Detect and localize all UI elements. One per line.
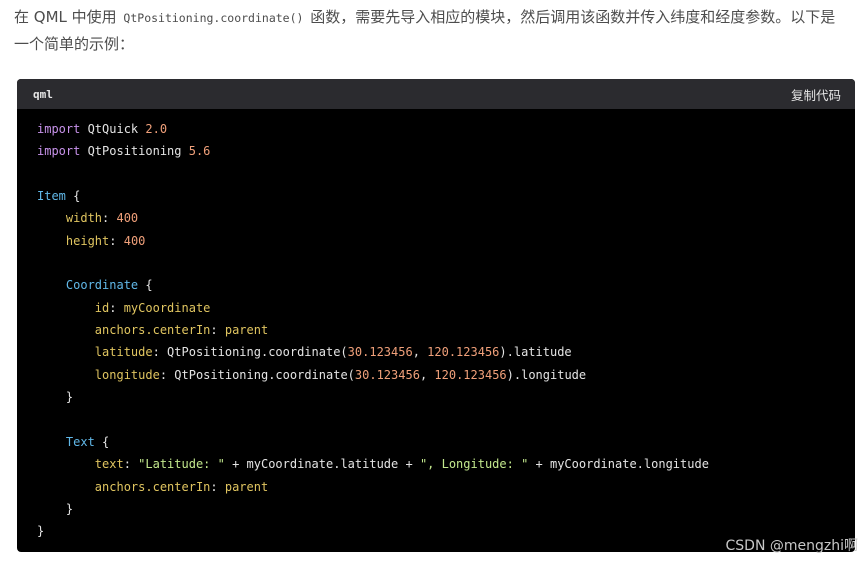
code-token: + myCoordinate.longitude: [528, 457, 709, 472]
code-line: width: 400: [37, 207, 855, 229]
code-token: parent: [224, 323, 269, 338]
inline-code: QtPositioning.coordinate(): [123, 11, 304, 25]
code-line: id: myCoordinate: [37, 297, 855, 319]
code-token: id: [94, 300, 110, 315]
code-token: Text: [65, 434, 95, 449]
code-token: :: [109, 300, 124, 315]
code-token: :: [210, 323, 225, 338]
code-token: 30.123456: [347, 345, 413, 360]
code-token: 120.123456: [434, 367, 507, 382]
code-line: anchors.centerIn: parent: [37, 319, 855, 341]
copy-code-button[interactable]: 复制代码: [791, 85, 841, 104]
code-token: height: [65, 233, 110, 248]
code-token: parent: [224, 479, 269, 494]
code-token: 400: [116, 211, 139, 226]
code-token: "Latitude: ": [138, 457, 225, 472]
code-token: :: [109, 233, 124, 248]
code-token: ).latitude: [499, 345, 572, 360]
code-token: width: [65, 211, 103, 226]
code-token: {: [138, 278, 153, 293]
code-token: : QtPositioning.coordinate(: [152, 345, 348, 360]
code-token: 5.6: [188, 144, 211, 159]
code-token: ,: [419, 367, 435, 382]
code-token: anchors.centerIn: [94, 323, 211, 338]
code-line: latitude: QtPositioning.coordinate(30.12…: [37, 341, 855, 363]
code-token: ,: [412, 345, 428, 360]
code-block: qml 复制代码 import QtQuick 2.0 import QtPosi…: [17, 79, 855, 552]
code-line: longitude: QtPositioning.coordinate(30.1…: [37, 364, 855, 386]
watermark: CSDN @mengzhi啊: [725, 538, 859, 554]
code-token: }: [37, 524, 45, 539]
code-block-header: qml 复制代码: [17, 79, 855, 109]
code-token: QtPositioning: [80, 144, 189, 159]
code-line: import QtPositioning 5.6: [37, 140, 855, 162]
code-token: + myCoordinate.latitude +: [224, 457, 420, 472]
code-line: }: [37, 386, 855, 408]
code-token: :: [123, 457, 139, 472]
code-line: import QtQuick 2.0: [37, 118, 855, 140]
code-token: :: [102, 211, 117, 226]
language-label: qml: [33, 87, 53, 101]
code-token: Coordinate: [65, 278, 139, 293]
code-token: 30.123456: [354, 367, 420, 382]
code-token: import: [37, 122, 81, 136]
code-token: ", Longitude: ": [419, 457, 529, 472]
code-token: 400: [123, 233, 146, 248]
code-token: Item: [37, 189, 66, 204]
code-token: }: [37, 501, 74, 516]
code-line: Coordinate {: [37, 274, 855, 296]
code-line: anchors.centerIn: parent: [37, 476, 855, 498]
code-line: }: [37, 498, 855, 520]
code-token: {: [94, 434, 110, 449]
code-token: QtQuick: [80, 122, 146, 136]
code-token: :: [210, 479, 225, 494]
intro-paragraph: 在 QML 中使用 QtPositioning.coordinate() 函数，…: [14, 4, 844, 57]
code-token: ).longitude: [506, 367, 587, 382]
intro-text-prefix: 在 QML 中使用: [14, 8, 122, 26]
code-token: myCoordinate: [123, 300, 211, 315]
code-token: anchors.centerIn: [94, 479, 211, 494]
code-token: {: [65, 189, 81, 204]
code-body[interactable]: import QtQuick 2.0 import QtPositioning 5…: [17, 109, 855, 543]
code-token: latitude: [94, 345, 153, 360]
code-line: Text {: [37, 431, 855, 453]
code-line: Item {: [37, 185, 855, 207]
code-token: 120.123456: [427, 345, 500, 360]
code-line: text: "Latitude: " + myCoordinate.latitu…: [37, 453, 855, 475]
code-token: : QtPositioning.coordinate(: [159, 367, 355, 382]
code-token: import: [37, 144, 81, 159]
code-token: text: [94, 457, 124, 472]
code-token: }: [37, 390, 74, 405]
code-token: longitude: [94, 367, 160, 382]
code-line: height: 400: [37, 230, 855, 252]
code-token: 2.0: [145, 122, 168, 136]
